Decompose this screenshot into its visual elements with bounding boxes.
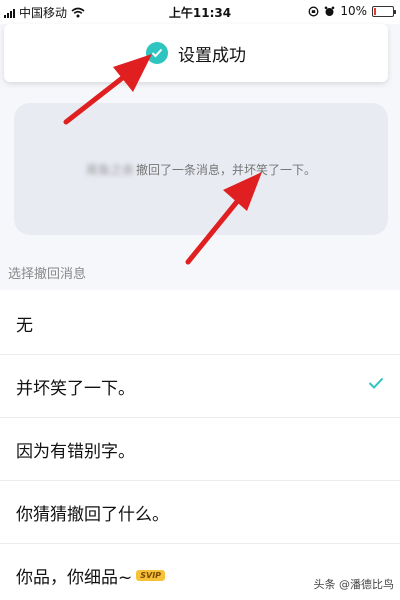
check-circle-icon [146,42,168,64]
status-right: 10% [308,4,396,18]
success-toast: 设置成功 [4,24,388,82]
recall-preview-card: 蒋鱼之余 撤回了一条消息，并坏笑了一下。 [14,103,388,235]
section-header: 选择撤回消息 [0,254,400,290]
battery-level [374,7,376,15]
option-label: 你品，你细品~ [16,568,133,588]
blurred-nickname: 蒋鱼之余 [85,162,134,177]
orientation-lock-icon [308,6,319,16]
status-bar: 中国移动 上午11:34 10% [0,0,400,24]
option-label: 并坏笑了一下。 [16,378,135,399]
option-row[interactable]: 因为有错别字。 [0,418,400,481]
option-row[interactable]: 你猜猜撤回了什么。 [0,481,400,544]
option-label: 因为有错别字。 [16,441,135,462]
preview-text: 撤回了一条消息，并坏笑了一下。 [136,162,317,177]
recall-option-list: 无 并坏笑了一下。 因为有错别字。 你猜猜撤回了什么。 你品，你细品~ SVIP [0,292,400,600]
option-label: 无 [16,315,33,336]
alarm-icon [325,6,335,16]
option-label: 你猜猜撤回了什么。 [16,504,169,525]
option-row[interactable]: 无 [0,292,400,355]
checkmark-icon [368,377,384,389]
battery-percent: 10% [340,4,367,18]
toast-message: 设置成功 [178,45,246,66]
battery-icon [372,5,396,17]
svip-badge: SVIP [136,570,166,581]
option-row-selected[interactable]: 并坏笑了一下。 [0,355,400,418]
watermark: 头条 @潘德比鸟 [313,578,395,591]
